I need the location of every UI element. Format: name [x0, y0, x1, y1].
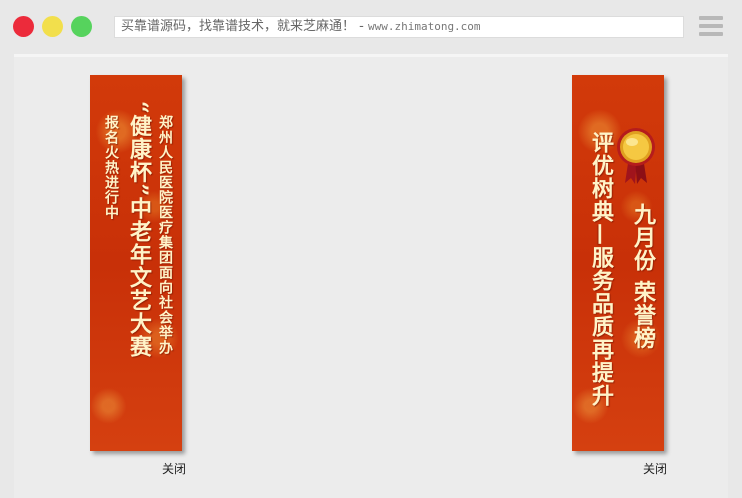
window-maximize-dot[interactable]: [71, 16, 92, 37]
right-couplet-line1: 九月份 荣誉榜: [630, 203, 656, 350]
window-minimize-dot[interactable]: [42, 16, 63, 37]
address-text: 买靠谱源码，找靠谱技术，就来芝麻通！ -: [121, 19, 368, 34]
window-close-dot[interactable]: [13, 16, 34, 37]
left-couplet-banner[interactable]: 郑州人民医院医疗集团面向社会举办 “健康杯”中老年文艺大赛 报名火热进行中: [90, 75, 182, 451]
left-couplet-close-button[interactable]: 关闭: [162, 460, 186, 477]
browser-chrome: 买靠谱源码，找靠谱技术，就来芝麻通！ - www.zhimatong.com: [0, 0, 742, 54]
right-couplet-line2: 评优树典—服务品质再提升: [588, 131, 614, 407]
address-bar[interactable]: 买靠谱源码，找靠谱技术，就来芝麻通！ - www.zhimatong.com: [114, 16, 684, 38]
left-couplet-line2: “健康杯”中老年文艺大赛: [126, 101, 152, 359]
address-url: www.zhimatong.com: [367, 20, 481, 33]
right-couplet-close-button[interactable]: 关闭: [643, 460, 667, 477]
hamburger-menu-icon[interactable]: [699, 16, 723, 36]
medal-icon: [617, 128, 655, 184]
right-couplet-banner[interactable]: 九月份 荣誉榜 评优树典—服务品质再提升: [572, 75, 664, 451]
left-couplet-line1: 郑州人民医院医疗集团面向社会举办: [157, 115, 173, 355]
left-couplet-line3: 报名火热进行中: [103, 115, 119, 220]
